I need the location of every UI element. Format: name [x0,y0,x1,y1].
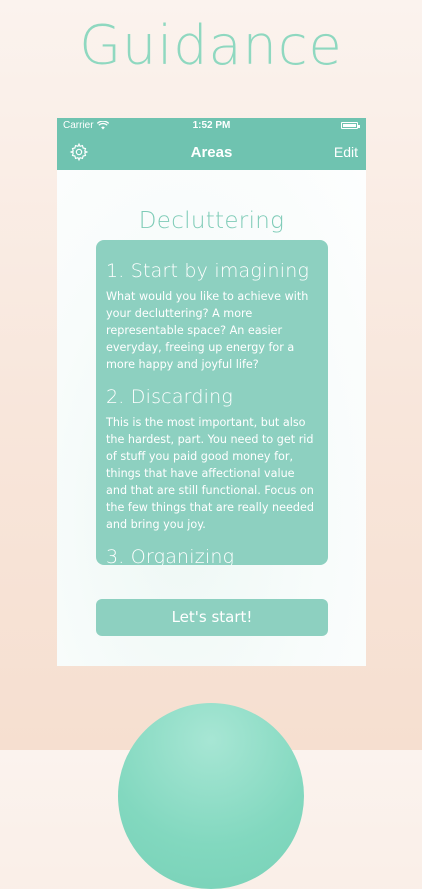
section-title: Decluttering [138,208,285,234]
edit-button[interactable]: Edit [334,144,358,160]
navigation-bar: Areas Edit [57,134,366,170]
guide-card[interactable]: 1. Start by imagining What would you lik… [96,240,328,565]
step-body: This is the most important, but also the… [106,416,314,531]
step-item: 3. Organizing [106,546,318,565]
promo-title: Guidance [79,14,343,77]
step-heading: 3. Organizing [106,546,235,565]
phone-screen: Carrier 1:52 PM Areas Edit Decluttering … [57,118,366,666]
step-heading: 1. Start by imagining [106,260,310,282]
nav-title: Areas [190,144,233,161]
step-heading: 2. Discarding [106,386,233,408]
step-body: What would you like to achieve with your… [106,290,309,371]
step-item: 1. Start by imagining What would you lik… [106,260,318,373]
status-time: 1:52 PM [192,120,231,131]
battery-icon [341,122,360,129]
guide-scroll-content: 1. Start by imagining What would you lik… [96,240,328,565]
step-item: 2. Discarding This is the most important… [106,386,318,533]
main-content: Decluttering 1. Start by imagining What … [57,170,366,666]
decorative-circle [118,703,304,889]
status-bar: Carrier 1:52 PM [57,118,366,134]
start-button[interactable]: Let's start! [96,599,328,636]
